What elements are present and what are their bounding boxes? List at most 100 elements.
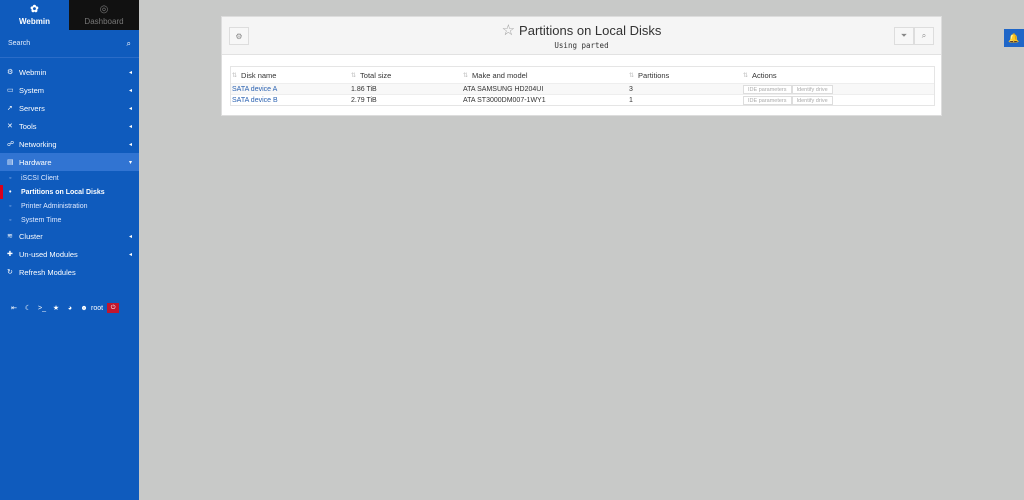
chevron-left-icon: ◂ [128,69,132,76]
sidebar-item-label: System [19,85,45,95]
page-title: Partitions on Local Disks [519,23,662,38]
table-header-row: ⇅ Disk name ⇅ Total size ⇅ Make and model ⇅… [231,67,934,83]
sidebar-search[interactable]: Search ⌕ [0,30,139,58]
sidebar-item-label: Un-used Modules [19,249,78,259]
dashboard-icon: ◎ [99,3,109,15]
logout-icon[interactable]: ⏻ [107,303,120,313]
sidebar-item-servers[interactable]: ➚ Servers ◂ [0,99,139,117]
search-icon: ⌕ [921,31,927,40]
sort-icon: ⇅ [743,72,749,79]
search-input[interactable]: Search [8,40,30,47]
refresh-icon: ↻ [7,269,13,276]
disk-link[interactable]: SATA device B [232,97,278,104]
user-button[interactable]: ☻ root [79,305,103,312]
col-header-label: Total size [360,70,392,80]
sidebar-item-label: Hardware [19,157,52,167]
sidebar-item-webmin[interactable]: ⚙ Webmin ◂ [0,63,139,81]
title-block: ☆ Partitions on Local Disks Using parted [222,23,941,50]
tab-dashboard-label: Dashboard [84,16,124,26]
user-icon: ☻ [80,304,88,312]
sidebar-item-cluster[interactable]: ≋ Cluster ◂ [0,227,139,245]
chevron-left-icon: ◂ [128,251,132,258]
table-row: SATA device B 2.79 TiB ATA ST3000DM007-1… [231,94,934,105]
identify-drive-button[interactable]: Identify drive [791,95,833,105]
gear-icon: ⚙ [7,69,14,76]
tab-dashboard[interactable]: ◎ Dashboard [69,0,139,30]
sidebar-subitem-partitions[interactable]: • Partitions on Local Disks [0,185,139,199]
sidebar: ✿ Webmin ◎ Dashboard Search ⌕ ⚙ Webmin ◂… [0,0,139,500]
col-header-actions[interactable]: ⇅ Actions [743,71,777,80]
sidebar-item-unused-modules[interactable]: ✚ Un-used Modules ◂ [0,245,139,263]
rocket-icon: ➚ [7,105,13,112]
identify-drive-button[interactable]: Identify drive [791,84,833,94]
sidebar-menu: ⚙ Webmin ◂ ▭ System ◂ ➚ Servers ◂ ✕ Tool… [0,63,139,281]
bullet-icon: ◦ [9,202,12,210]
chevron-left-icon: ◂ [128,123,132,130]
search-icon[interactable]: ⌕ [127,39,131,49]
sort-icon: ⇅ [463,72,469,79]
puzzle-icon: ✚ [7,251,13,258]
monitor-icon: ▭ [7,87,14,94]
chevron-left-icon: ◂ [128,87,132,94]
sort-icon: ⇅ [232,72,238,79]
ide-parameters-button[interactable]: IDE parameters [743,95,792,105]
col-header-make-model[interactable]: ⇅ Make and model [463,71,527,80]
sidebar-item-label: Webmin [19,67,47,77]
chevron-down-icon: ▾ [128,159,132,166]
chevron-left-icon: ◂ [128,141,132,148]
panel-header: ⚙ ☆ Partitions on Local Disks Using part… [222,17,941,55]
col-header-disk-name[interactable]: ⇅ Disk name [232,71,276,80]
sidebar-item-tools[interactable]: ✕ Tools ◂ [0,117,139,135]
night-mode-icon[interactable]: ☾ [23,304,33,312]
search-button[interactable]: ⌕ [914,27,934,45]
sidebar-subitem-printer-admin[interactable]: ◦ Printer Administration [0,199,139,213]
col-header-label: Actions [752,70,777,80]
tab-webmin-label: Webmin [19,16,50,26]
sidebar-subitem-label: iSCSI Client [21,174,59,182]
disk-size: 1.86 TiB [351,85,377,93]
col-header-label: Make and model [472,70,528,80]
sidebar-item-networking[interactable]: ☍ Networking ◂ [0,135,139,153]
sidebar-subitem-iscsi-client[interactable]: ◦ iSCSI Client [0,171,139,185]
filter-button[interactable]: ⏷ [894,27,914,45]
bullet-icon: ◦ [9,216,12,224]
disk-actions: IDE parameters Identify drive [743,84,833,94]
notifications-bell-icon[interactable]: 🔔 [1004,29,1024,47]
page-subtitle: Using parted [554,41,609,50]
disks-table: ⇅ Disk name ⇅ Total size ⇅ Make and model ⇅… [230,66,935,106]
col-header-partitions[interactable]: ⇅ Partitions [629,71,669,80]
favorite-star-icon[interactable]: ☆ [502,23,515,38]
palette-icon[interactable]: ◕ [65,305,75,312]
webmin-logo-icon: ✿ [30,3,39,15]
sidebar-item-label: Servers [19,103,45,113]
sidebar-item-refresh-modules[interactable]: ↻ Refresh Modules [0,263,139,281]
sort-icon: ⇅ [629,72,635,79]
sidebar-item-label: Cluster [19,231,43,241]
collapse-icon[interactable]: ⇤ [9,304,19,312]
col-header-label: Disk name [241,70,277,80]
chevron-left-icon: ◂ [128,105,132,112]
ide-parameters-button[interactable]: IDE parameters [743,84,792,94]
sidebar-item-label: Tools [19,121,37,131]
filter-icon: ⏷ [900,31,908,40]
sidebar-item-system[interactable]: ▭ System ◂ [0,81,139,99]
star-icon[interactable]: ★ [51,304,61,312]
disk-model: ATA SAMSUNG HD204UI [463,85,544,93]
terminal-icon[interactable]: >_ [37,305,47,312]
sidebar-item-hardware[interactable]: ▤ Hardware ▾ [0,153,139,171]
table-row: SATA device A 1.86 TiB ATA SAMSUNG HD204… [231,83,934,94]
sidebar-tabs: ✿ Webmin ◎ Dashboard [0,0,139,30]
bullet-icon: ◦ [9,174,12,182]
sidebar-bottom-toolbar: ⇤ ☾ >_ ★ ◕ ☻ root ⏻ [9,303,120,313]
database-icon: ≋ [7,233,13,240]
user-name: root [91,304,104,312]
col-header-total-size[interactable]: ⇅ Total size [351,71,391,80]
sidebar-subitem-label: Printer Administration [21,202,88,210]
sidebar-subitem-system-time[interactable]: ◦ System Time [0,213,139,227]
chevron-left-icon: ◂ [128,233,132,240]
content-panel: ⚙ ☆ Partitions on Local Disks Using part… [221,16,942,116]
disk-link[interactable]: SATA device A [232,86,277,93]
sidebar-item-label: Refresh Modules [19,267,76,277]
tab-webmin[interactable]: ✿ Webmin [0,0,69,30]
disk-size: 2.79 TiB [351,96,377,104]
